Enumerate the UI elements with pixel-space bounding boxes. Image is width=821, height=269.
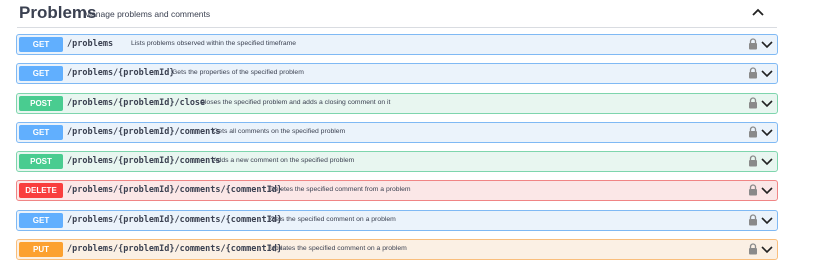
operation-summary: Updates the specified comment on a probl… bbox=[270, 245, 407, 252]
method-badge: GET bbox=[19, 213, 63, 228]
operation-path: /problems/{problemId} bbox=[67, 68, 175, 78]
operation-path: /problems/{problemId}/comments bbox=[67, 156, 221, 166]
method-badge: POST bbox=[19, 96, 63, 111]
chevron-down-icon[interactable] bbox=[761, 216, 773, 225]
lock-icon[interactable] bbox=[748, 214, 758, 226]
lock-icon[interactable] bbox=[748, 38, 758, 50]
chevron-down-icon[interactable] bbox=[761, 186, 773, 195]
lock-icon[interactable] bbox=[748, 97, 758, 109]
operation-path: /problems/{problemId}/comments bbox=[67, 127, 221, 137]
operation-post-comment[interactable]: POST /problems/{problemId}/comments Adds… bbox=[16, 151, 778, 172]
lock-icon[interactable] bbox=[748, 126, 758, 138]
operation-path: /problems bbox=[67, 39, 114, 49]
lock-icon[interactable] bbox=[748, 67, 758, 79]
chevron-down-icon[interactable] bbox=[761, 40, 773, 49]
operation-delete-comment[interactable]: DELETE /problems/{problemId}/comments/{c… bbox=[16, 180, 778, 201]
method-badge: DELETE bbox=[19, 183, 63, 198]
operation-get-comment[interactable]: GET /problems/{problemId}/comments/{comm… bbox=[16, 210, 778, 231]
lock-icon[interactable] bbox=[748, 155, 758, 167]
chevron-down-icon[interactable] bbox=[761, 245, 773, 254]
section-description: Manage problems and comments bbox=[84, 9, 211, 19]
operation-summary: Closes the specified problem and adds a … bbox=[200, 99, 391, 106]
operation-post-close[interactable]: POST /problems/{problemId}/close Closes … bbox=[16, 93, 778, 114]
operation-summary: Deletes the specified comment from a pro… bbox=[270, 186, 411, 193]
operation-summary: Gets all comments on the specified probl… bbox=[213, 128, 346, 135]
lock-icon[interactable] bbox=[748, 184, 758, 196]
chevron-down-icon[interactable] bbox=[761, 99, 773, 108]
operation-get-problem[interactable]: GET /problems/{problemId} Gets the prope… bbox=[16, 63, 778, 84]
method-badge: GET bbox=[19, 125, 63, 140]
chevron-up-icon[interactable] bbox=[751, 6, 765, 18]
operation-path: /problems/{problemId}/comments/{commentI… bbox=[67, 215, 282, 225]
operation-path: /problems/{problemId}/comments/{commentI… bbox=[67, 244, 282, 254]
problems-section: Problems Manage problems and comments GE… bbox=[0, 0, 821, 269]
operation-summary: Gets the specified comment on a problem bbox=[270, 216, 396, 223]
operation-get-comments[interactable]: GET /problems/{problemId}/comments Gets … bbox=[16, 122, 778, 143]
chevron-down-icon[interactable] bbox=[761, 69, 773, 78]
method-badge: PUT bbox=[19, 242, 63, 257]
chevron-down-icon[interactable] bbox=[761, 157, 773, 166]
method-badge: POST bbox=[19, 154, 63, 169]
operation-put-comment[interactable]: PUT /problems/{problemId}/comments/{comm… bbox=[16, 239, 778, 260]
operation-get-problems[interactable]: GET /problems Lists problems observed wi… bbox=[16, 34, 778, 55]
operation-path: /problems/{problemId}/comments/{commentI… bbox=[67, 185, 282, 195]
section-header[interactable]: Problems Manage problems and comments bbox=[17, 0, 777, 28]
operation-summary: Gets the properties of the specified pro… bbox=[172, 69, 304, 76]
lock-icon[interactable] bbox=[748, 243, 758, 255]
method-badge: GET bbox=[19, 37, 63, 52]
operation-summary: Lists problems observed within the speci… bbox=[131, 40, 297, 47]
operation-path: /problems/{problemId}/close bbox=[67, 98, 206, 108]
method-badge: GET bbox=[19, 66, 63, 81]
operation-summary: Adds a new comment on the specified prob… bbox=[213, 157, 355, 164]
chevron-down-icon[interactable] bbox=[761, 128, 773, 137]
